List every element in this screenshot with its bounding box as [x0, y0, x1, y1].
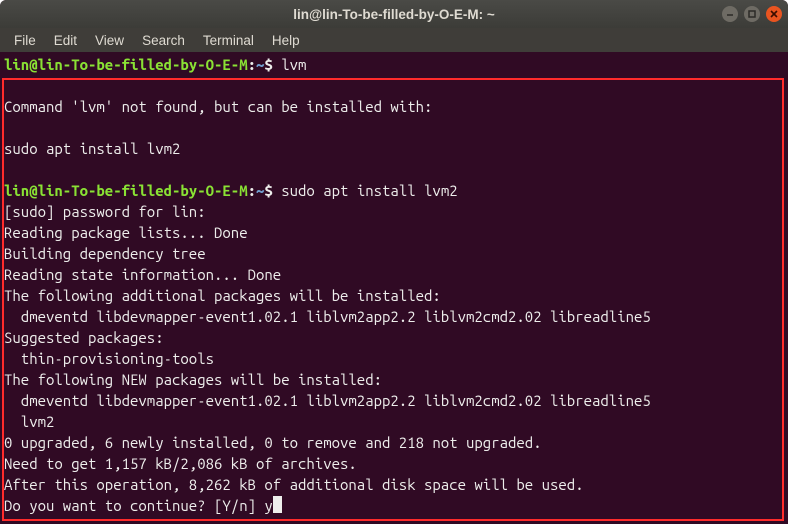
menu-file[interactable]: File	[6, 31, 44, 50]
window-buttons	[722, 6, 782, 22]
output-line: The following NEW packages will be insta…	[4, 371, 382, 388]
prompt-user-host: lin@lin-To-be-filled-by-O-E-M	[4, 182, 248, 199]
prompt-colon: :	[248, 56, 256, 73]
maximize-icon	[747, 9, 757, 19]
prompt-colon: :	[248, 182, 256, 199]
terminal-window: lin@lin-To-be-filled-by-O-E-M: ~ File Ed…	[0, 0, 788, 524]
output-line: After this operation, 8,262 kB of additi…	[4, 476, 584, 493]
output-line: Command 'lvm' not found, but can be inst…	[4, 98, 432, 115]
terminal-output: lin@lin-To-be-filled-by-O-E-M:~$ lvm Com…	[4, 54, 784, 516]
output-line: dmeventd libdevmapper-event1.02.1 liblvm…	[4, 392, 651, 409]
output-line: Do you want to continue? [Y/n] y	[4, 497, 273, 514]
menu-help[interactable]: Help	[264, 31, 308, 50]
output-line: The following additional packages will b…	[4, 287, 441, 304]
menu-edit[interactable]: Edit	[46, 31, 85, 50]
menu-search[interactable]: Search	[134, 31, 193, 50]
terminal-body[interactable]: lin@lin-To-be-filled-by-O-E-M:~$ lvm Com…	[0, 52, 788, 524]
output-line: Suggested packages:	[4, 329, 164, 346]
menu-terminal[interactable]: Terminal	[195, 31, 262, 50]
maximize-button[interactable]	[744, 6, 760, 22]
output-line: 0 upgraded, 6 newly installed, 0 to remo…	[4, 434, 542, 451]
output-line: thin-provisioning-tools	[4, 350, 214, 367]
minimize-icon	[725, 9, 735, 19]
minimize-button[interactable]	[722, 6, 738, 22]
prompt-dollar: $	[264, 182, 281, 199]
menubar: File Edit View Search Terminal Help	[0, 28, 788, 52]
close-icon	[769, 9, 779, 19]
output-line: sudo apt install lvm2	[4, 140, 180, 157]
output-line: dmeventd libdevmapper-event1.02.1 liblvm…	[4, 308, 651, 325]
output-line: Building dependency tree	[4, 245, 206, 262]
titlebar: lin@lin-To-be-filled-by-O-E-M: ~	[0, 0, 788, 28]
prompt-dollar: $	[264, 56, 281, 73]
output-line: [sudo] password for lin:	[4, 203, 206, 220]
output-line: Reading package lists... Done	[4, 224, 248, 241]
prompt-user-host: lin@lin-To-be-filled-by-O-E-M	[4, 56, 248, 73]
command-2: sudo apt install lvm2	[281, 182, 457, 199]
output-line: lvm2	[4, 413, 54, 430]
output-line: Need to get 1,157 kB/2,086 kB of archive…	[4, 455, 357, 472]
cursor	[273, 496, 282, 513]
output-line: Reading state information... Done	[4, 266, 281, 283]
window-title: lin@lin-To-be-filled-by-O-E-M: ~	[293, 7, 495, 22]
command-1: lvm	[281, 56, 306, 73]
close-button[interactable]	[766, 6, 782, 22]
menu-view[interactable]: View	[87, 31, 132, 50]
